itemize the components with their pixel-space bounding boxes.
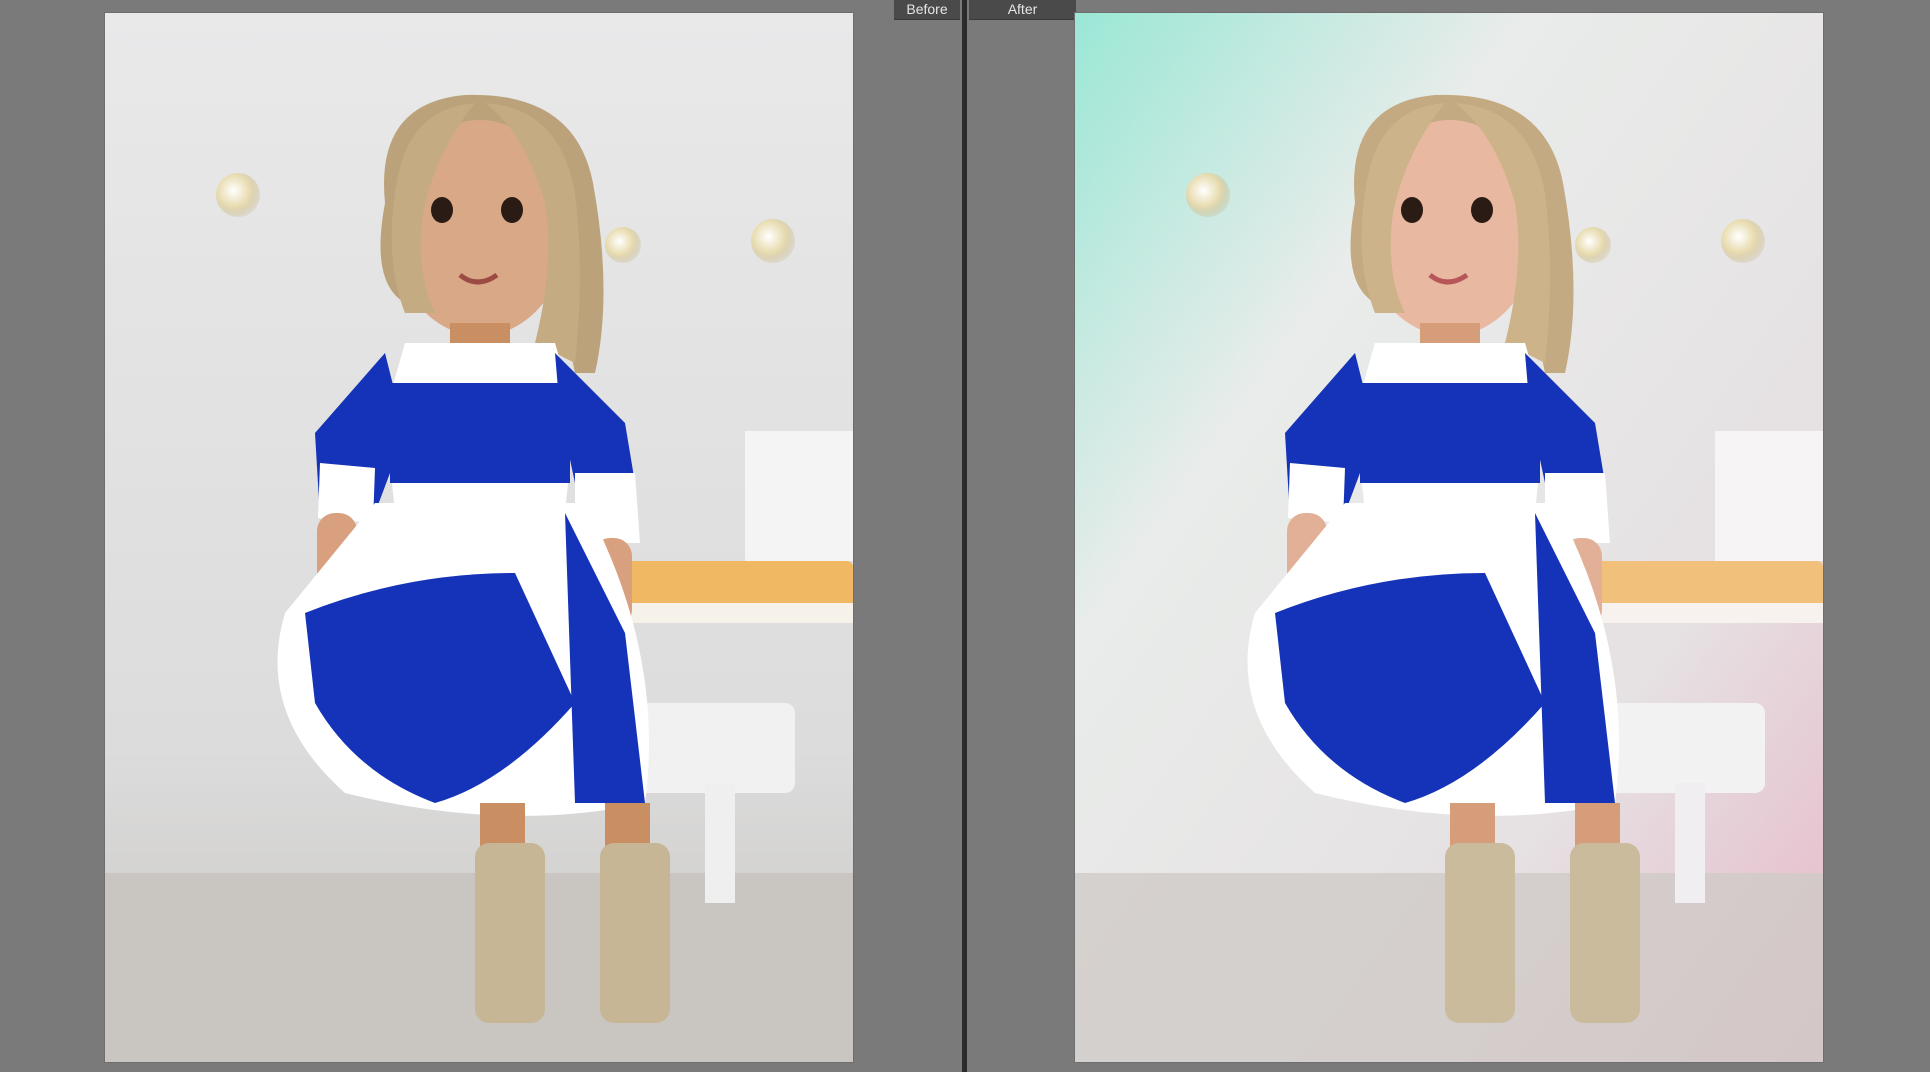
after-label: After (969, 0, 1076, 20)
doll-illustration-after (1075, 13, 1823, 1062)
after-photo (1075, 13, 1823, 1062)
before-photo (105, 13, 853, 1062)
light-bulb (1186, 173, 1230, 217)
split-divider[interactable] (962, 0, 967, 1072)
light-bulb (1721, 219, 1765, 263)
light-bulb (751, 219, 795, 263)
doll-illustration-before (105, 13, 853, 1062)
light-bulb (605, 227, 641, 263)
light-bulb (1575, 227, 1611, 263)
light-bulb (216, 173, 260, 217)
before-label: Before (894, 0, 960, 20)
